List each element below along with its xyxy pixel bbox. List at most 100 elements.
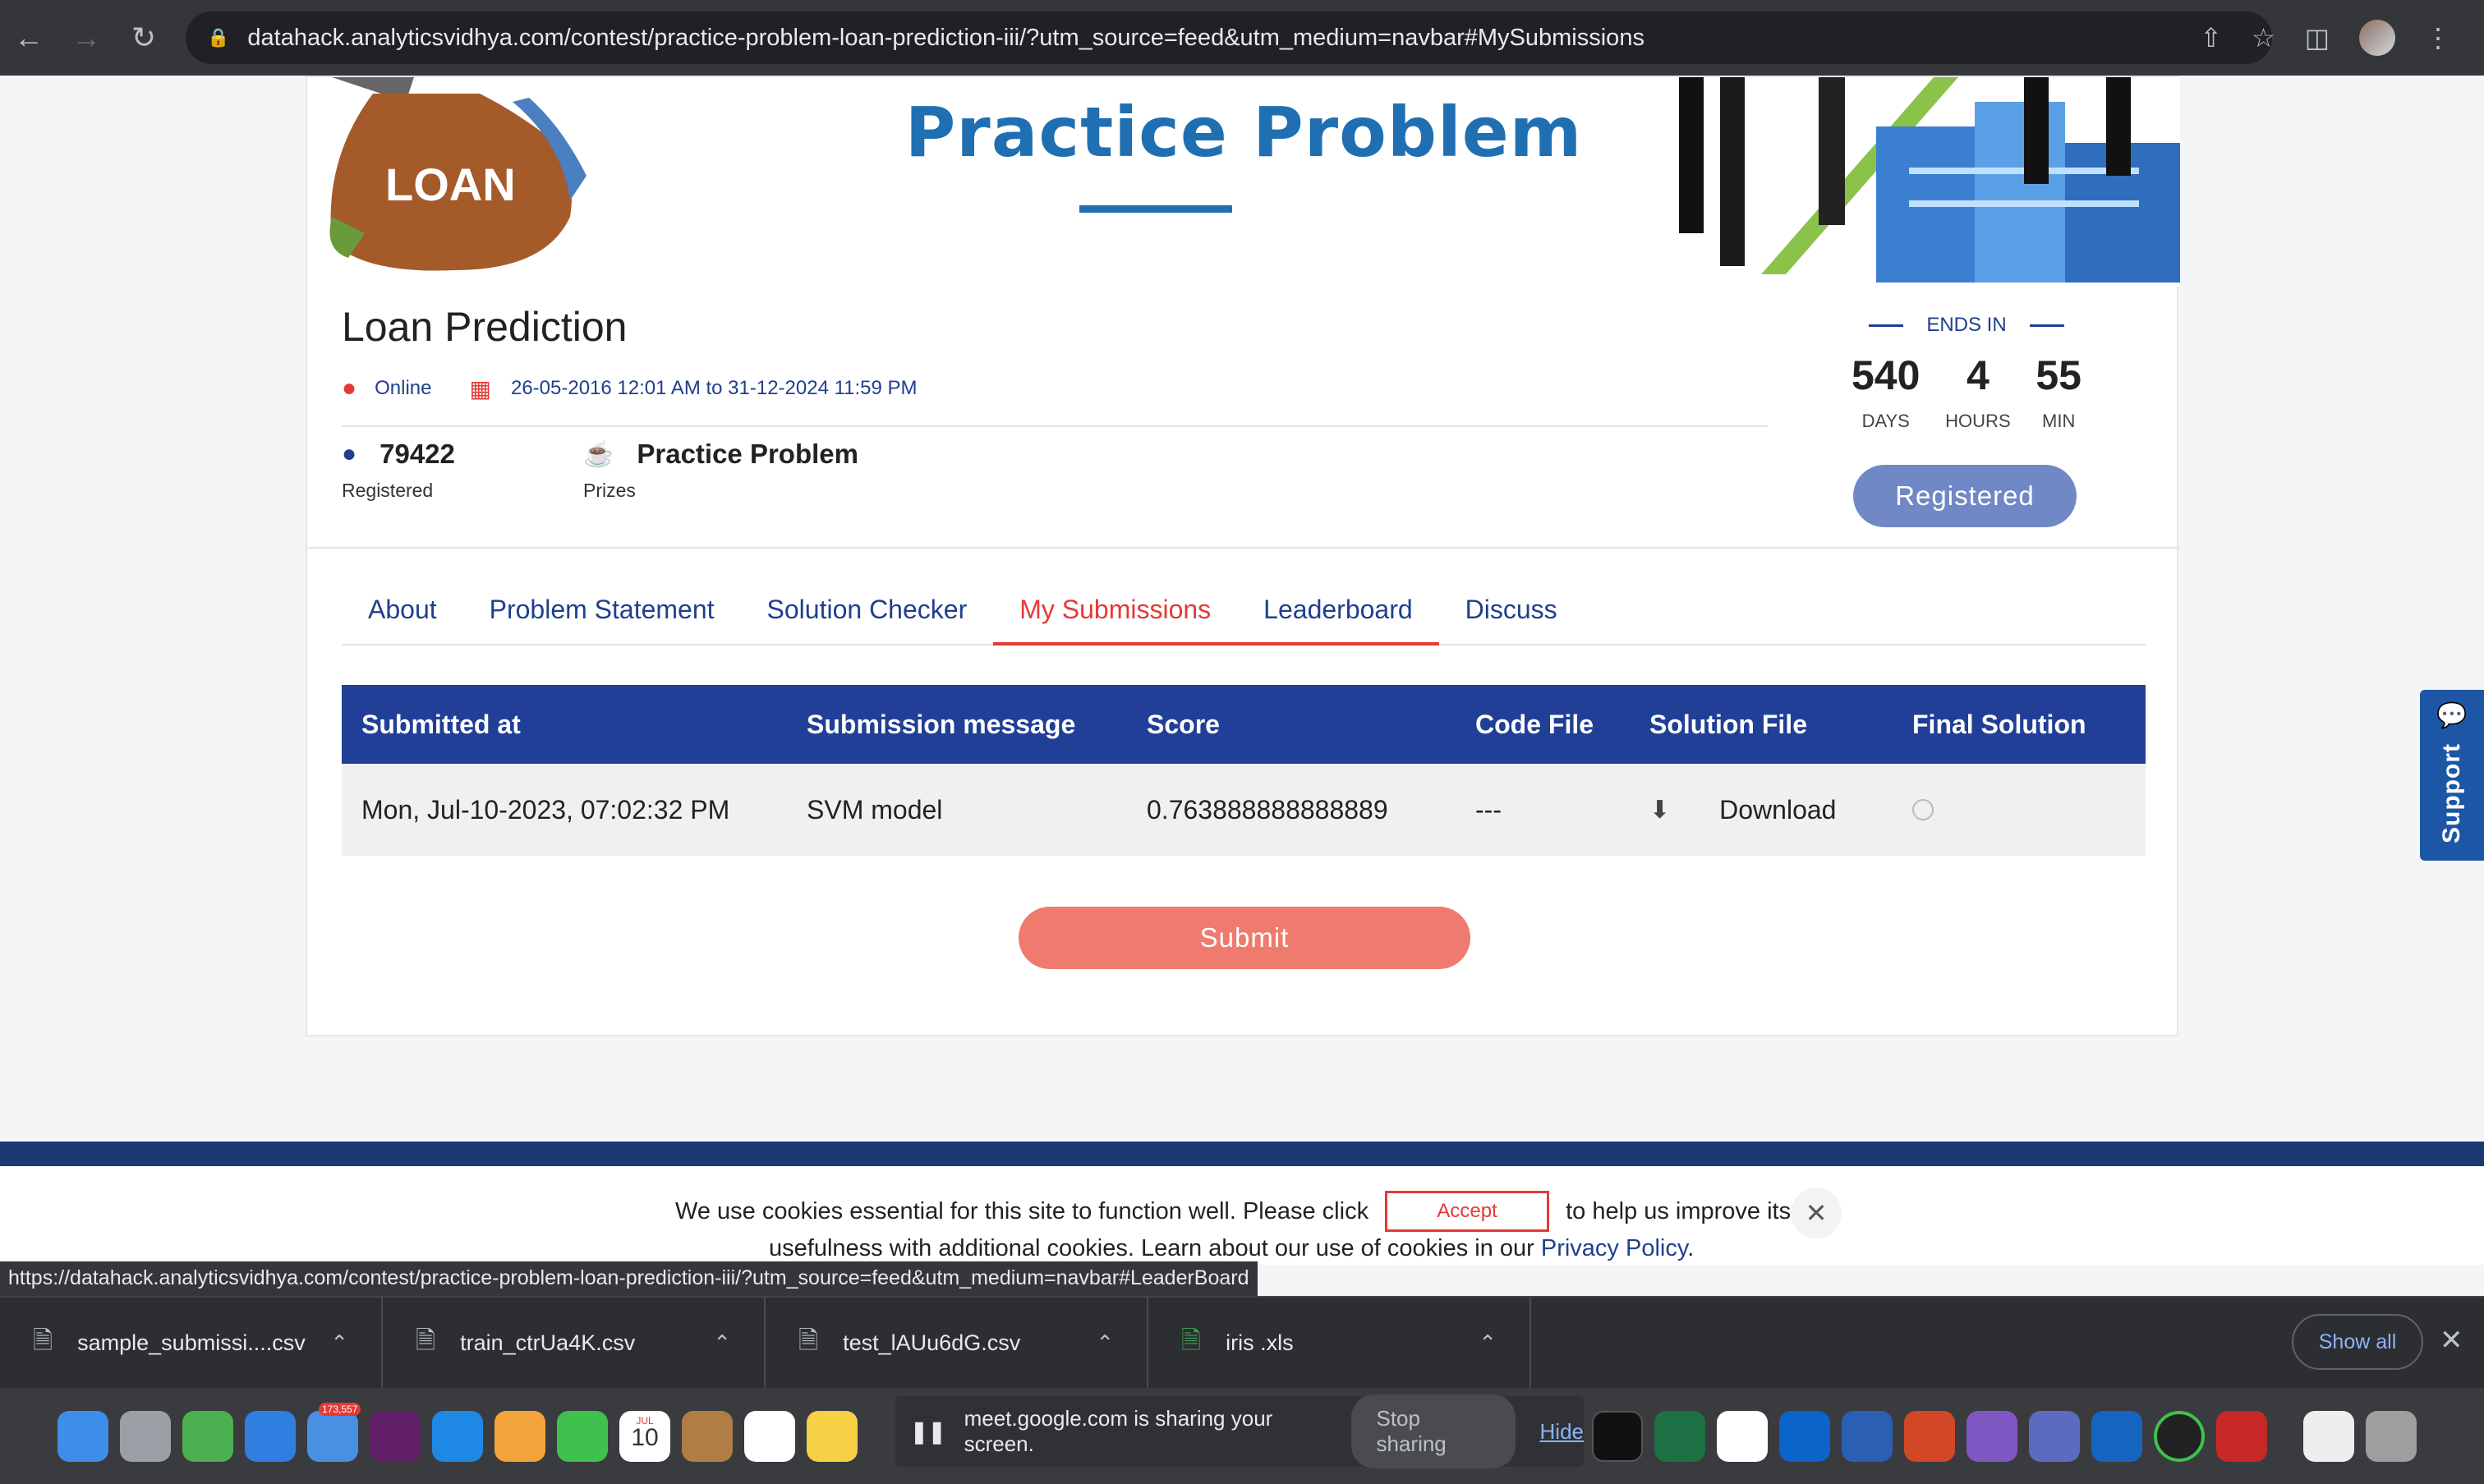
- mail-badge: 173,557: [319, 1402, 361, 1416]
- slack-icon[interactable]: [370, 1410, 421, 1462]
- chevron-up-icon[interactable]: ⌃: [713, 1330, 731, 1356]
- header-score: Score: [1147, 709, 1220, 739]
- mail-icon[interactable]: 173,557: [307, 1402, 361, 1462]
- file-icon: 🗎: [33, 1326, 53, 1354]
- final-solution-radio[interactable]: [1912, 799, 1934, 820]
- prizes-stat: ☕ Practice Problem Prizes: [583, 439, 858, 502]
- word-icon[interactable]: [1842, 1411, 1893, 1462]
- trash-icon[interactable]: [2366, 1411, 2417, 1462]
- contest-meta: ● Online ▦ 26-05-2016 12:01 AM to 31-12-…: [342, 374, 918, 402]
- support-label: Support: [2438, 743, 2465, 843]
- calendar-day: 10: [631, 1423, 659, 1451]
- pause-icon: ❚❚: [910, 1418, 946, 1444]
- download-item[interactable]: 🗎 iris .xls ⌃: [1148, 1297, 1531, 1389]
- reload-icon[interactable]: ↻: [115, 0, 172, 76]
- accept-cookies-button[interactable]: Accept: [1385, 1191, 1550, 1232]
- contest-card: LOAN Practice Problem Loan Prediction ● …: [306, 76, 2180, 1036]
- contest-location: Online: [375, 377, 432, 399]
- city-illustration: [1663, 77, 2180, 287]
- file-icon: 🗎: [416, 1326, 436, 1354]
- photos-icon[interactable]: [494, 1410, 545, 1462]
- browser-toolbar: ← → ↻ 🔒 datahack.analyticsvidhya.com/con…: [0, 0, 2484, 76]
- ends-in-label: ENDS IN: [1926, 314, 2007, 336]
- cookie-text-line1: We use cookies essential for this site t…: [675, 1191, 1791, 1232]
- tab-about[interactable]: About: [342, 588, 463, 646]
- calendar-icon: ▦: [469, 375, 491, 402]
- hide-link[interactable]: Hide: [1540, 1419, 1584, 1445]
- link-status-bar: https://datahack.analyticsvidhya.com/con…: [0, 1261, 1258, 1296]
- activity-icon[interactable]: [2154, 1411, 2205, 1462]
- solution-download-link[interactable]: ⬇ Download: [1649, 795, 1912, 825]
- back-icon[interactable]: ←: [0, 0, 58, 76]
- chevron-up-icon[interactable]: ⌃: [1479, 1330, 1497, 1356]
- terminal-icon[interactable]: [1592, 1411, 1643, 1462]
- excel-icon[interactable]: [1654, 1411, 1705, 1462]
- registered-button[interactable]: Registered: [1853, 465, 2077, 527]
- app-store-icon[interactable]: [432, 1410, 483, 1462]
- location-pin-icon: ●: [342, 374, 357, 402]
- notes-icon[interactable]: [807, 1410, 858, 1462]
- calendar-app-icon[interactable]: JUL 10: [619, 1410, 670, 1462]
- lock-icon: 🔒: [207, 27, 230, 48]
- privacy-policy-link[interactable]: Privacy Policy: [1541, 1235, 1687, 1261]
- url-text[interactable]: datahack.analyticsvidhya.com/contest/pra…: [247, 25, 1644, 52]
- prize-value: Practice Problem: [637, 439, 858, 469]
- bbedit-icon[interactable]: [2029, 1411, 2080, 1462]
- forward-icon[interactable]: →: [58, 0, 115, 76]
- contest-tabs: About Problem Statement Solution Checker…: [342, 588, 2146, 646]
- tab-discuss[interactable]: Discuss: [1439, 588, 1584, 646]
- trophy-icon: ☕: [583, 440, 614, 468]
- cs-app-icon[interactable]: [2216, 1411, 2267, 1462]
- dock-right-apps: [1592, 1411, 2417, 1462]
- outlook-icon[interactable]: [1779, 1411, 1830, 1462]
- tab-solution-checker[interactable]: Solution Checker: [741, 588, 994, 646]
- download-label[interactable]: Download: [1719, 795, 1836, 825]
- registered-label: Registered: [342, 480, 434, 501]
- menu-kebab-icon[interactable]: ⋮: [2425, 22, 2451, 53]
- chrome-icon[interactable]: [1717, 1411, 1768, 1462]
- submit-button[interactable]: Submit: [1019, 907, 1470, 969]
- meta-divider: [342, 425, 1768, 427]
- reminders-icon[interactable]: [744, 1410, 795, 1462]
- share-message: meet.google.com is sharing your screen.: [964, 1406, 1273, 1456]
- show-all-downloads-button[interactable]: Show all: [2292, 1314, 2423, 1370]
- chevron-up-icon[interactable]: ⌃: [330, 1330, 348, 1356]
- finder-icon[interactable]: [58, 1410, 108, 1462]
- header-solution-file: Solution File: [1649, 709, 1807, 739]
- messages-icon[interactable]: [182, 1410, 233, 1462]
- address-bar[interactable]: 🔒 datahack.analyticsvidhya.com/contest/p…: [186, 11, 2272, 64]
- download-item[interactable]: 🗎 train_ctrUa4K.csv ⌃: [383, 1297, 766, 1389]
- download-item[interactable]: 🗎 test_lAUu6dG.csv ⌃: [766, 1297, 1148, 1389]
- safari-icon[interactable]: [245, 1410, 296, 1462]
- powerpoint-icon[interactable]: [1904, 1411, 1955, 1462]
- support-tab[interactable]: 💬 Support: [2420, 690, 2484, 861]
- webex-icon[interactable]: [2091, 1411, 2142, 1462]
- facetime-icon[interactable]: [557, 1410, 608, 1462]
- download-item[interactable]: 🗎 sample_submissi....csv ⌃: [0, 1297, 383, 1389]
- screen-share-notice: ❚❚ meet.google.com is sharing your scree…: [895, 1394, 1584, 1468]
- launchpad-icon[interactable]: [120, 1410, 171, 1462]
- close-downloads-icon[interactable]: ✕: [2440, 1324, 2463, 1357]
- tab-problem-statement[interactable]: Problem Statement: [463, 588, 741, 646]
- user-icon: ●: [342, 440, 357, 467]
- countdown-minutes: 55 MIN: [2036, 352, 2082, 431]
- close-icon[interactable]: ✕: [1791, 1188, 1842, 1238]
- spreadsheet-file-icon: 🗎: [1181, 1326, 1202, 1354]
- bookmark-star-icon[interactable]: ☆: [2252, 22, 2275, 53]
- prizes-label: Prizes: [583, 480, 636, 501]
- side-panel-icon[interactable]: ◫: [2305, 22, 2330, 53]
- document-icon[interactable]: [2303, 1411, 2354, 1462]
- file-icon: 🗎: [798, 1326, 819, 1354]
- chevron-up-icon[interactable]: ⌃: [1096, 1330, 1114, 1356]
- tab-my-submissions[interactable]: My Submissions: [993, 588, 1238, 646]
- share-icon[interactable]: ⇧: [2200, 22, 2222, 53]
- contacts-icon[interactable]: [682, 1410, 733, 1462]
- podcast-icon[interactable]: [1966, 1411, 2017, 1462]
- download-icon[interactable]: ⬇: [1649, 796, 1670, 825]
- tab-leaderboard[interactable]: Leaderboard: [1237, 588, 1439, 646]
- contest-title: Loan Prediction: [342, 304, 628, 350]
- section-separator: [307, 547, 2180, 549]
- registered-count: 79422: [380, 439, 455, 469]
- stop-sharing-button[interactable]: Stop sharing: [1351, 1394, 1516, 1468]
- profile-avatar[interactable]: [2359, 20, 2395, 56]
